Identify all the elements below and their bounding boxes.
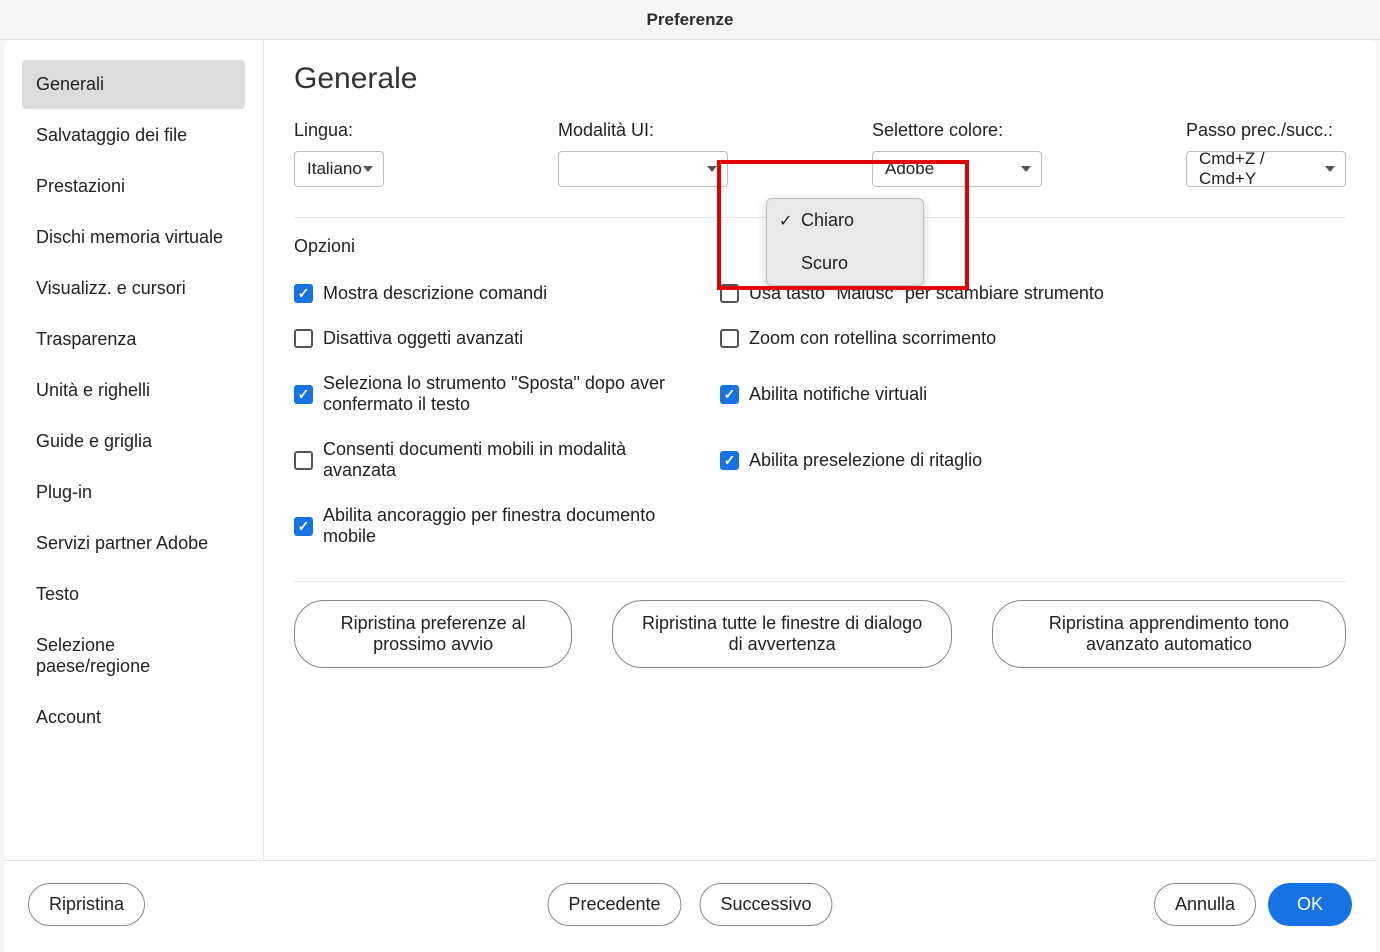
checkbox-icon[interactable] — [294, 385, 313, 404]
options-grid: Mostra descrizione comandi Usa tasto "Mai… — [294, 283, 1346, 547]
checkbox-icon[interactable] — [294, 284, 313, 303]
checkbox-icon[interactable] — [720, 284, 739, 303]
sidebar-item-5[interactable]: Trasparenza — [22, 315, 245, 364]
sidebar-item-11[interactable]: Selezione paese/regione — [22, 621, 245, 691]
field-color-picker: Selettore colore: Adobe — [872, 120, 1042, 187]
field-language: Lingua: Italiano — [294, 120, 384, 187]
select-undo-step[interactable]: Cmd+Z / Cmd+Y — [1186, 151, 1346, 187]
option-right-1[interactable]: Zoom con rotellina scorrimento — [720, 328, 1346, 349]
ui-mode-dropdown[interactable]: ✓ Chiaro Scuro — [766, 198, 924, 286]
checkbox-label: Abilita ancoraggio per finestra document… — [323, 505, 704, 547]
page-title: Generale — [294, 62, 1346, 96]
option-right-2[interactable]: Abilita notifiche virtuali — [720, 373, 1346, 415]
field-ui-mode: Modalità UI: — [558, 120, 728, 187]
action-button-2[interactable]: Ripristina apprendimento tono avanzato a… — [992, 600, 1346, 668]
checkbox-icon[interactable] — [294, 517, 313, 536]
checkbox-label: Seleziona lo strumento "Sposta" dopo ave… — [323, 373, 704, 415]
sidebar-item-0[interactable]: Generali — [22, 60, 245, 109]
sidebar-item-7[interactable]: Guide e griglia — [22, 417, 245, 466]
checkbox-icon[interactable] — [720, 385, 739, 404]
ok-button[interactable]: OK — [1268, 883, 1352, 926]
action-button-0[interactable]: Ripristina preferenze al prossimo avvio — [294, 600, 572, 668]
checkbox-label: Usa tasto "Maiusc" per scambiare strumen… — [749, 283, 1104, 304]
action-row: Ripristina preferenze al prossimo avvio R… — [294, 600, 1346, 668]
dropdown-item-label: Scuro — [801, 253, 848, 274]
previous-button[interactable]: Precedente — [547, 883, 681, 926]
checkbox-label: Abilita notifiche virtuali — [749, 384, 927, 405]
checkbox-icon[interactable] — [294, 329, 313, 348]
window-title: Preferenze — [0, 0, 1380, 40]
checkbox-label: Zoom con rotellina scorrimento — [749, 328, 996, 349]
checkbox-icon[interactable] — [294, 451, 313, 470]
checkbox-icon[interactable] — [720, 329, 739, 348]
sidebar-item-9[interactable]: Servizi partner Adobe — [22, 519, 245, 568]
option-right-3[interactable]: Abilita preselezione di ritaglio — [720, 439, 1346, 481]
sidebar-item-10[interactable]: Testo — [22, 570, 245, 619]
sidebar: GeneraliSalvataggio dei filePrestazioniD… — [4, 40, 264, 860]
sidebar-item-1[interactable]: Salvataggio dei file — [22, 111, 245, 160]
checkbox-icon[interactable] — [720, 451, 739, 470]
check-icon: ✓ — [779, 211, 793, 231]
dropdown-item-1[interactable]: Scuro — [767, 242, 923, 285]
dropdown-item-0[interactable]: ✓ Chiaro — [767, 199, 923, 242]
label-language: Lingua: — [294, 120, 384, 141]
sidebar-item-12[interactable]: Account — [22, 693, 245, 742]
sidebar-item-2[interactable]: Prestazioni — [22, 162, 245, 211]
content-area: GeneraliSalvataggio dei filePrestazioniD… — [4, 40, 1376, 860]
field-undo-step: Passo prec./succ.: Cmd+Z / Cmd+Y — [1186, 120, 1346, 187]
option-left-2[interactable]: Seleziona lo strumento "Sposta" dopo ave… — [294, 373, 704, 415]
option-right-0[interactable]: Usa tasto "Maiusc" per scambiare strumen… — [720, 283, 1346, 304]
select-ui-mode[interactable] — [558, 151, 728, 187]
checkbox-label: Mostra descrizione comandi — [323, 283, 547, 304]
footer: Ripristina Precedente Successivo Annulla… — [4, 860, 1376, 952]
reset-button[interactable]: Ripristina — [28, 883, 145, 926]
label-color-picker: Selettore colore: — [872, 120, 1042, 141]
sidebar-item-8[interactable]: Plug-in — [22, 468, 245, 517]
select-language[interactable]: Italiano — [294, 151, 384, 187]
next-button[interactable]: Successivo — [700, 883, 833, 926]
option-left-3[interactable]: Consenti documenti mobili in modalità av… — [294, 439, 704, 481]
checkbox-label: Consenti documenti mobili in modalità av… — [323, 439, 704, 481]
option-left-1[interactable]: Disattiva oggetti avanzati — [294, 328, 704, 349]
sidebar-item-4[interactable]: Visualizz. e cursori — [22, 264, 245, 313]
sidebar-item-6[interactable]: Unità e righelli — [22, 366, 245, 415]
cancel-button[interactable]: Annulla — [1154, 883, 1256, 926]
checkbox-label: Disattiva oggetti avanzati — [323, 328, 523, 349]
action-button-1[interactable]: Ripristina tutte le finestre di dialogo … — [612, 600, 952, 668]
select-color-picker[interactable]: Adobe — [872, 151, 1042, 187]
option-left-0[interactable]: Mostra descrizione comandi — [294, 283, 704, 304]
dropdown-item-label: Chiaro — [801, 210, 854, 231]
checkbox-label: Abilita preselezione di ritaglio — [749, 450, 982, 471]
divider — [294, 581, 1346, 582]
option-left-4[interactable]: Abilita ancoraggio per finestra document… — [294, 505, 704, 547]
label-undo-step: Passo prec./succ.: — [1186, 120, 1346, 141]
label-ui-mode: Modalità UI: — [558, 120, 728, 141]
sidebar-item-3[interactable]: Dischi memoria virtuale — [22, 213, 245, 262]
main-panel: Generale Lingua: Italiano Modalità UI: S… — [264, 40, 1376, 860]
